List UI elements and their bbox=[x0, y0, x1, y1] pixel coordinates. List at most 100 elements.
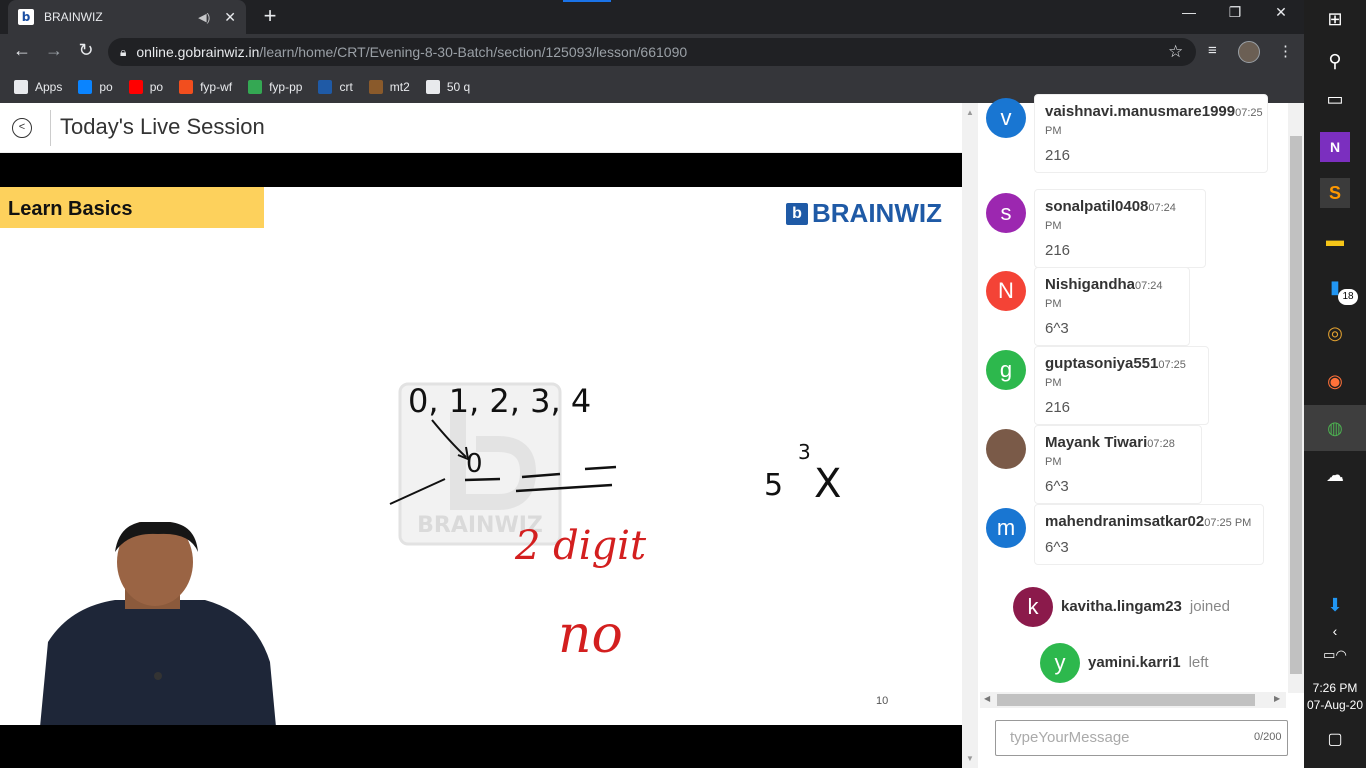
cc-icon bbox=[368, 79, 383, 94]
menu-kebab-icon[interactable]: ⋮ bbox=[1278, 42, 1293, 60]
page-title: Today's Live Session bbox=[60, 114, 265, 139]
address-bar[interactable]: 🔒︎ online.gobrainwiz.in/learn/home/CRT/E… bbox=[108, 38, 1196, 66]
power-base-ink: 5 bbox=[764, 468, 783, 503]
clock-date: 07-Aug-20 bbox=[1306, 698, 1364, 712]
message-text: 6^3 bbox=[1045, 320, 1069, 337]
bookmark-item[interactable]: mt2 bbox=[368, 79, 410, 94]
bookmark-star-icon[interactable]: ☆ bbox=[1168, 42, 1183, 62]
minimize-button[interactable]: — bbox=[1174, 4, 1204, 20]
event-username: yamini.karri1 bbox=[1088, 654, 1181, 671]
char-counter: 0/200 bbox=[1254, 731, 1282, 743]
task-view-icon[interactable]: ▭ bbox=[1320, 84, 1350, 114]
new-tab-button[interactable]: + bbox=[258, 4, 282, 30]
chat-horizontal-thumb[interactable] bbox=[997, 694, 1255, 706]
brainwiz-favicon-icon: b bbox=[18, 9, 34, 25]
chrome-icon[interactable]: ◍ bbox=[1320, 413, 1350, 443]
message-header: sonalpatil040807:24 PM bbox=[1045, 198, 1195, 234]
avatar-initial: y bbox=[1054, 650, 1066, 675]
onenote-icon[interactable]: N bbox=[1320, 132, 1350, 162]
page-scrollbar[interactable] bbox=[962, 103, 978, 768]
bookmark-item[interactable]: po bbox=[128, 79, 164, 94]
avatar-initial: k bbox=[1027, 594, 1039, 619]
message-username: Nishigandha bbox=[1045, 276, 1136, 293]
bookmark-item[interactable]: 50 q bbox=[425, 79, 470, 94]
bookmark-label: po bbox=[149, 79, 164, 94]
message-text: 6^3 bbox=[1045, 539, 1069, 556]
sublime-icon[interactable]: S bbox=[1320, 178, 1350, 208]
bookmark-label: mt2 bbox=[389, 79, 410, 94]
media-queue-icon[interactable]: ≡ bbox=[1208, 42, 1217, 59]
back-circle-icon[interactable]: < bbox=[12, 118, 32, 138]
close-tab-icon[interactable]: ✕ bbox=[224, 9, 236, 26]
bookmark-item[interactable]: po bbox=[78, 79, 113, 94]
bookmark-item[interactable]: fyp-pp bbox=[248, 79, 302, 94]
bookmark-label: fyp-wf bbox=[200, 79, 233, 94]
avatar-initial: v bbox=[1000, 105, 1012, 130]
chat-message: s bbox=[986, 193, 1026, 233]
scroll-up-arrow-icon[interactable]: ▲ bbox=[966, 108, 974, 117]
file-explorer-icon[interactable]: ▬ bbox=[1320, 225, 1350, 255]
url-path: /learn/home/CRT/Evening-8-30-Batch/secti… bbox=[259, 44, 688, 60]
avatar-initial: g bbox=[999, 357, 1013, 382]
bookmark-label: crt bbox=[339, 79, 353, 94]
media-player-icon[interactable]: ◎ bbox=[1320, 318, 1350, 348]
message-header: mahendranimsatkar0207:25 PM bbox=[1045, 513, 1253, 531]
speaker-icon[interactable]: ◀) bbox=[198, 11, 210, 24]
restore-button[interactable]: ❐ bbox=[1220, 4, 1250, 21]
profile-avatar[interactable] bbox=[1238, 41, 1260, 63]
message-text: 216 bbox=[1045, 399, 1071, 416]
reload-icon[interactable]: ↻ bbox=[74, 40, 98, 61]
message-bubble: sonalpatil040807:24 PM 216 bbox=[1034, 189, 1206, 268]
close-window-button[interactable]: ✕ bbox=[1266, 4, 1296, 21]
user-avatar: k bbox=[1013, 587, 1053, 627]
tab-strip-accent bbox=[563, 0, 611, 2]
message-username: vaishnavi.manusmare1999 bbox=[1045, 103, 1236, 120]
avatar-initial: s bbox=[1000, 200, 1012, 225]
taskbar-clock[interactable]: 7:26 PM 07-Aug-20 bbox=[1304, 680, 1366, 714]
search-icon[interactable]: ⚲ bbox=[1320, 46, 1350, 76]
scroll-right-arrow-icon[interactable]: ▶ bbox=[1274, 694, 1280, 703]
back-arrow-icon[interactable]: ← bbox=[10, 40, 34, 61]
avatar-initial: N bbox=[998, 278, 1014, 303]
forward-arrow-icon[interactable]: → bbox=[42, 40, 66, 61]
battery-wifi-icon[interactable]: ▭◠ bbox=[1320, 640, 1350, 670]
brainwiz-icon bbox=[318, 79, 333, 94]
action-center-icon[interactable]: ▢ bbox=[1320, 724, 1350, 754]
chat-message bbox=[986, 429, 1026, 469]
chat-scroll-thumb[interactable] bbox=[1290, 136, 1302, 674]
firefox-icon[interactable]: ◉ bbox=[1320, 366, 1350, 396]
red-note-digit: 2 digit bbox=[514, 523, 647, 569]
sequence-ink: 0, 1, 2, 3, 4 bbox=[408, 382, 591, 420]
bookmark-item[interactable]: crt bbox=[318, 79, 353, 94]
photos-app-icon[interactable]: ☁ bbox=[1320, 460, 1350, 490]
clock-time: 7:26 PM bbox=[1312, 681, 1358, 695]
message-time: 07:25 PM bbox=[1204, 517, 1252, 529]
message-bubble: Mayank Tiwari07:28 PM 6^3 bbox=[1034, 425, 1202, 504]
windows-start-icon[interactable]: ⊞ bbox=[1320, 4, 1350, 34]
message-text: 216 bbox=[1045, 242, 1071, 259]
browser-tab[interactable]: b BRAINWIZ ◀) ✕ bbox=[8, 0, 246, 34]
globe-icon bbox=[425, 79, 440, 94]
bookmark-item[interactable]: Apps bbox=[14, 79, 62, 94]
message-header: vaishnavi.manusmare199907:25 PM bbox=[1045, 103, 1263, 139]
message-bubble: mahendranimsatkar0207:25 PM 6^3 bbox=[1034, 504, 1264, 565]
bookmark-item[interactable]: fyp-wf bbox=[179, 79, 233, 94]
bookmark-label: po bbox=[99, 79, 113, 94]
chat-message: v bbox=[986, 98, 1026, 138]
tab-title: BRAINWIZ bbox=[44, 10, 103, 24]
message-username: sonalpatil0408 bbox=[1045, 198, 1149, 215]
message-header: guptasoniya55107:25 PM bbox=[1045, 355, 1198, 391]
figma-icon bbox=[179, 79, 194, 94]
zero-ink: 0 bbox=[466, 449, 483, 479]
user-avatar: m bbox=[986, 508, 1026, 548]
scroll-left-arrow-icon[interactable]: ◀ bbox=[984, 694, 990, 703]
slide-canvas: Learn Basics b BRAINWIZ BRAINWIZ 0, 1, 2… bbox=[0, 187, 962, 725]
scroll-down-arrow-icon[interactable]: ▼ bbox=[966, 754, 974, 763]
message-text: 6^3 bbox=[1045, 478, 1069, 495]
message-header: Nishigandha07:24 PM bbox=[1045, 276, 1179, 312]
chat-message: m bbox=[986, 508, 1026, 548]
chat-message-input[interactable]: typeYourMessage bbox=[995, 720, 1288, 756]
user-avatar: N bbox=[986, 271, 1026, 311]
presence-event: kavitha.lingam23 joined bbox=[1061, 598, 1230, 615]
user-avatar: s bbox=[986, 193, 1026, 233]
